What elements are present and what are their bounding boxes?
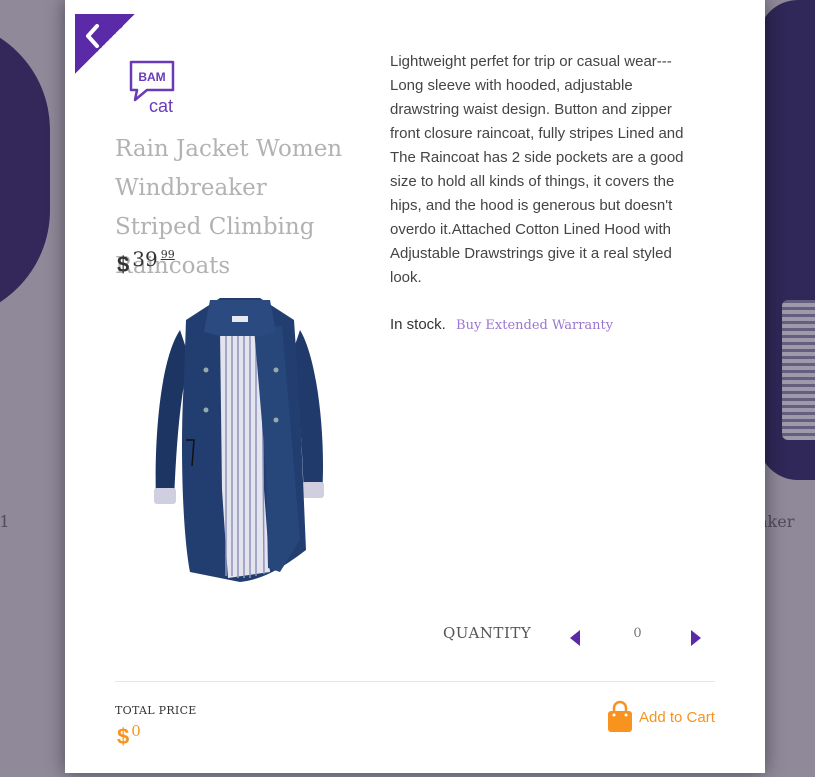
add-to-cart-label: Add to Cart (639, 708, 715, 726)
extended-warranty-link[interactable]: Buy Extended Warranty (456, 318, 613, 333)
total-price-currency: $ (117, 724, 130, 749)
bamcat-logo-icon: BAM cat (127, 58, 179, 118)
price-currency: $ (117, 252, 130, 277)
price-cents: 99 (160, 248, 175, 261)
total-price-amount: 0 (131, 722, 141, 740)
total-price-value: $0 (117, 722, 141, 750)
back-button[interactable] (75, 14, 135, 74)
divider (115, 681, 715, 682)
total-price-label: TOTAL PRICE (115, 704, 197, 717)
triangle-right-icon (691, 630, 701, 646)
product-price: $39 99 (117, 247, 175, 278)
product-modal: BAM cat Rain Jacket Women Windbreaker St… (65, 0, 765, 773)
stock-line: In stock. Buy Extended Warranty (390, 316, 613, 333)
price-whole: 39 (132, 247, 158, 271)
triangle-left-icon (570, 630, 580, 646)
product-description: Lightweight perfet for trip or casual we… (390, 53, 684, 286)
stock-status: In stock. (390, 316, 446, 333)
quantity-decrease-button[interactable] (568, 628, 582, 648)
logo-text-cat: cat (149, 96, 173, 116)
quantity-value[interactable]: 0 (625, 626, 650, 641)
add-to-cart-button[interactable]: Add to Cart (605, 700, 715, 734)
product-image (150, 290, 330, 594)
chevron-left-icon (86, 24, 99, 48)
logo-text-bam: BAM (138, 70, 165, 84)
quantity-label: QUANTITY (443, 624, 532, 642)
quantity-increase-button[interactable] (689, 628, 703, 648)
shopping-bag-icon (608, 700, 632, 732)
